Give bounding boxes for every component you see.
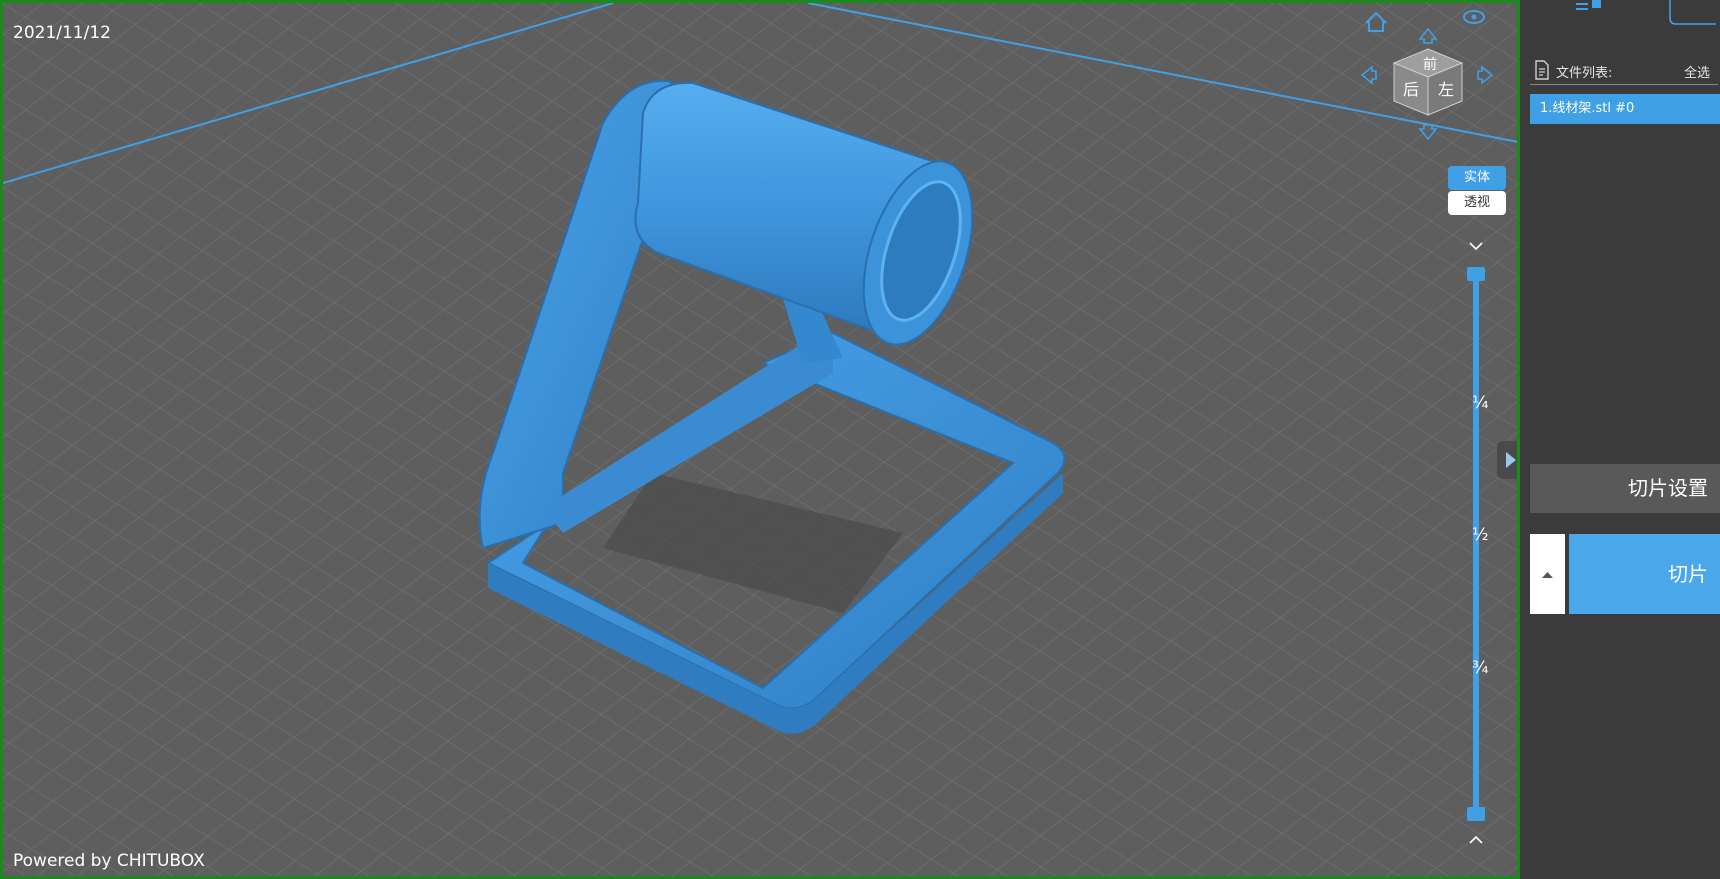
rotate-right-arrow-icon[interactable]	[1477, 65, 1494, 85]
caret-up-icon	[1542, 572, 1553, 578]
cube-front-label: 后	[1403, 80, 1419, 99]
layer-slider-bottom-handle[interactable]	[1467, 807, 1485, 821]
eye-icon[interactable]	[1463, 10, 1485, 24]
view-navigation-cube[interactable]: 前 后 左	[1358, 3, 1498, 148]
xray-view-button[interactable]: 透视	[1448, 191, 1506, 215]
file-list-header: 文件列表: 全选	[1530, 58, 1718, 85]
home-icon[interactable]	[1365, 11, 1387, 32]
tick-three-quarter: ¾	[1472, 658, 1489, 678]
build-plate-scene	[3, 3, 1517, 876]
rotate-up-arrow-icon[interactable]	[1418, 27, 1438, 44]
layer-slider-top-handle[interactable]	[1467, 267, 1485, 281]
3d-viewport[interactable]: 2021/11/12 Powered by CHITUBOX 前 后 左 实体 …	[0, 0, 1520, 879]
cube-top-label: 前	[1423, 56, 1437, 73]
tab-corner[interactable]	[1669, 0, 1716, 25]
layer-slider[interactable]: ¼ ½ ¾	[1448, 233, 1508, 853]
sidebar-top-toolbar	[1576, 0, 1716, 25]
chevron-up-icon[interactable]	[1466, 833, 1486, 847]
cube-right-label: 左	[1438, 80, 1454, 99]
file-list-item[interactable]: 1.线材架.stl #0	[1530, 94, 1720, 124]
slice-settings-button[interactable]: 切片设置	[1530, 464, 1720, 513]
powered-by-label: Powered by CHITUBOX	[13, 851, 205, 871]
file-icon	[1535, 60, 1549, 80]
rotate-left-arrow-icon[interactable]	[1360, 65, 1377, 85]
chevron-down-icon[interactable]	[1466, 239, 1486, 253]
app-window: 2021/11/12 Powered by CHITUBOX 前 后 左 实体 …	[0, 0, 1720, 879]
panel-collapse-toggle[interactable]	[1497, 441, 1517, 479]
file-list-title: 文件列表:	[1556, 66, 1613, 81]
menu-icon[interactable]	[1576, 3, 1588, 10]
slice-button[interactable]: 切片	[1569, 534, 1720, 614]
solid-view-button[interactable]: 实体	[1448, 166, 1506, 190]
caret-right-icon	[1506, 452, 1516, 468]
rotate-down-arrow-icon[interactable]	[1418, 124, 1438, 141]
layers-icon[interactable]	[1592, 0, 1601, 8]
select-all-button[interactable]: 全选	[1684, 62, 1710, 81]
date-label: 2021/11/12	[13, 23, 111, 43]
right-sidebar: 文件列表: 全选 1.线材架.stl #0 切片设置 切片	[1520, 0, 1720, 879]
slice-options-button[interactable]	[1530, 534, 1565, 614]
tick-half: ½	[1472, 525, 1489, 545]
tick-quarter: ¼	[1472, 393, 1489, 413]
